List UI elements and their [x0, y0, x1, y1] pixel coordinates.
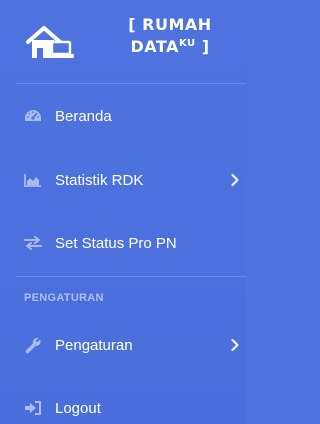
area-chart-icon	[24, 171, 42, 189]
sign-out-icon	[24, 399, 42, 417]
exchange-arrows-icon	[24, 234, 42, 252]
sidebar-divider	[16, 276, 246, 277]
sidebar-item-label: Logout	[55, 399, 101, 417]
brand-title-data: DATA	[130, 37, 179, 56]
sidebar-item-label: Pengaturan	[55, 336, 133, 354]
wrench-icon	[24, 336, 42, 354]
sidebar-divider	[16, 83, 246, 84]
brand-title-end: ]	[195, 37, 210, 56]
chevron-right-icon	[231, 338, 239, 352]
house-laptop-icon	[26, 26, 74, 58]
brand-title-sup: KU	[178, 38, 196, 49]
brand-title-line2: DATAKU ]	[104, 36, 236, 58]
sidebar-item-beranda[interactable]: Beranda	[0, 94, 246, 138]
tachometer-icon	[24, 107, 42, 125]
sidebar-item-pengaturan[interactable]: Pengaturan	[0, 323, 246, 367]
sidebar-item-statistik-rdk[interactable]: Statistik RDK	[0, 158, 246, 202]
sidebar-item-label: Statistik RDK	[55, 171, 144, 189]
sidebar: [ RUMAH DATAKU ] Beranda Statistik RDK S…	[0, 0, 246, 424]
brand-title: [ RUMAH DATAKU ]	[104, 14, 236, 58]
sidebar-item-label: Beranda	[55, 107, 112, 125]
chevron-right-icon	[231, 173, 239, 187]
sidebar-item-label: Set Status Pro PN	[55, 234, 177, 252]
brand-title-line1: [ RUMAH	[128, 15, 212, 34]
sidebar-item-set-status-pro-pn[interactable]: Set Status Pro PN	[0, 221, 246, 265]
sidebar-brand[interactable]: [ RUMAH DATAKU ]	[0, 0, 246, 80]
sidebar-item-logout[interactable]: Logout	[0, 386, 246, 424]
sidebar-heading: PENGATURAN	[24, 292, 104, 304]
